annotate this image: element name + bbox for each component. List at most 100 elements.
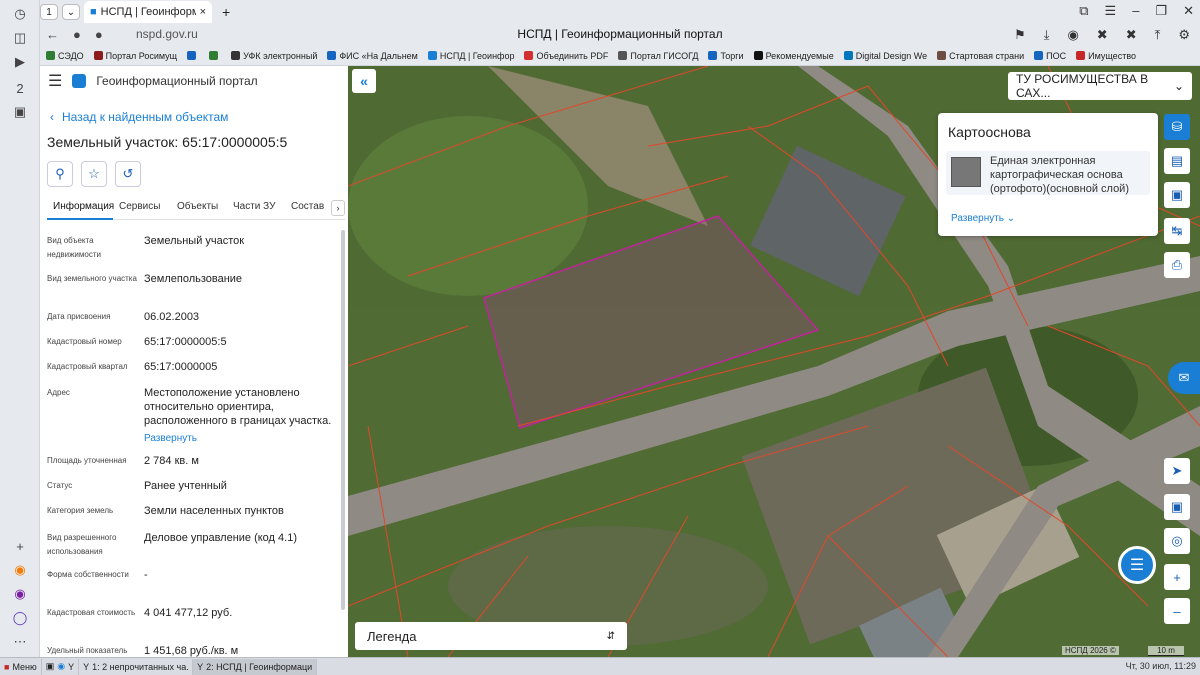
hamburger-icon[interactable]: ☰ bbox=[48, 71, 62, 91]
taskbar-item-browser[interactable]: Y 2: НСПД | Геоинформаци... bbox=[193, 658, 318, 675]
object-actions: ⚲ ☆ ↺ bbox=[47, 161, 141, 187]
minimize-icon[interactable]: – bbox=[1132, 3, 1139, 19]
geo-search-button[interactable]: ◎ bbox=[1164, 528, 1190, 554]
chevron-right-icon[interactable]: › bbox=[331, 200, 345, 216]
files-icon[interactable]: ▣ bbox=[46, 661, 55, 672]
legend-dropdown[interactable]: Легенда ⇵ bbox=[355, 622, 627, 650]
attribute-label: Форма собственности bbox=[47, 570, 129, 579]
bookmark-item[interactable]: ПОС bbox=[1034, 51, 1066, 61]
print-icon: ⎙ bbox=[1171, 257, 1183, 272]
play-icon[interactable]: ▶ bbox=[10, 52, 30, 72]
menu-icon[interactable]: ☰ bbox=[1105, 3, 1117, 19]
yandex-icon[interactable]: Y bbox=[68, 662, 74, 672]
download-icon[interactable]: ⤓ bbox=[1044, 27, 1050, 43]
bookmark-item[interactable]: СЭДО bbox=[46, 51, 84, 61]
feedback-button[interactable]: ✉ bbox=[1168, 362, 1200, 394]
start-menu-button[interactable]: ■ Меню bbox=[0, 658, 42, 675]
bookmark-item[interactable]: НСПД | Геоинфор bbox=[427, 50, 515, 61]
extension-x-icon[interactable]: ✖ bbox=[1097, 27, 1108, 43]
basemap-expand-link[interactable]: Развернуть ⌄ bbox=[951, 213, 1015, 224]
bookmark-item[interactable]: Имущество bbox=[1076, 51, 1136, 61]
tabs-overview-icon[interactable]: ⧉ bbox=[1079, 3, 1088, 19]
print-button[interactable]: ⎙ bbox=[1164, 252, 1190, 278]
bookmark-item[interactable]: ФИС «На Дальнем bbox=[327, 51, 418, 61]
panel-2-icon[interactable]: 2 bbox=[10, 78, 30, 98]
more-icon[interactable]: ⋯ bbox=[10, 632, 30, 652]
chevron-down-icon[interactable]: ⌄ bbox=[62, 4, 80, 20]
portal-logo bbox=[72, 74, 87, 88]
bookmark-favicon-icon bbox=[231, 51, 241, 60]
tab-information[interactable]: Информация bbox=[47, 196, 114, 220]
yandex-app-icon: Y bbox=[197, 661, 204, 672]
basemap-expand-label: Развернуть bbox=[951, 213, 1005, 224]
back-link[interactable]: ‹ Назад к найденным объектам bbox=[50, 110, 228, 124]
messenger-icon[interactable]: ◉ bbox=[10, 584, 30, 604]
bookmark-item[interactable] bbox=[209, 51, 221, 60]
bookmark-favicon-icon bbox=[1076, 51, 1086, 60]
bookmark-favicon-icon bbox=[93, 51, 103, 60]
measure-button[interactable]: ▤ bbox=[1164, 148, 1190, 174]
browser-icon[interactable]: ◉ bbox=[57, 661, 65, 672]
tab-services[interactable]: Сервисы bbox=[113, 196, 171, 220]
profile-icon[interactable]: ◉ bbox=[1067, 27, 1078, 43]
select-area-button[interactable]: ▣ bbox=[1164, 182, 1190, 208]
zoom-out-button[interactable]: – bbox=[1164, 598, 1190, 624]
browser-tab[interactable]: ■ НСПД | Геоинформационн × bbox=[84, 1, 212, 23]
bookmark-favicon-icon bbox=[46, 51, 55, 60]
tab-count[interactable]: 1 bbox=[40, 4, 58, 20]
my-location-button[interactable]: ➤ bbox=[1164, 458, 1190, 484]
history-button[interactable]: ↺ bbox=[115, 161, 141, 187]
screen-icon[interactable]: ▣ bbox=[10, 102, 30, 122]
attribute-value: Земли населенных пунктов bbox=[144, 505, 284, 517]
attribute-value: Деловое управление (код 4.1) bbox=[144, 532, 297, 544]
bookmark-item[interactable]: Стартовая страни bbox=[937, 51, 1024, 61]
attribute-value: 65:17:0000005 bbox=[144, 361, 218, 373]
bookmark-item[interactable]: Digital Design We bbox=[843, 51, 927, 61]
bookmark-item[interactable]: Портал ГИСОГД bbox=[618, 51, 698, 61]
quick-launch: ▣ ◉ Y bbox=[42, 658, 80, 675]
tab-objects[interactable]: Объекты bbox=[171, 196, 227, 220]
bookmark-item[interactable]: Рекомендуемые bbox=[753, 51, 834, 61]
settings-icon[interactable]: ⚙ bbox=[1178, 27, 1190, 43]
mail-icon[interactable]: ◉ bbox=[10, 560, 30, 580]
taskbar-item-messenger[interactable]: Y 1: 2 непрочитанных ча... bbox=[79, 658, 194, 675]
bookmark-item[interactable]: Портал Росимущ bbox=[93, 51, 177, 61]
layers-button[interactable]: ⛁ bbox=[1164, 114, 1190, 140]
share-button[interactable]: ↹ bbox=[1164, 218, 1190, 244]
bookmark-item[interactable] bbox=[187, 51, 199, 60]
bookmark-item[interactable]: УФК электронный bbox=[231, 51, 317, 61]
bookmark-label: ПОС bbox=[1046, 50, 1067, 61]
zoom-in-button[interactable]: + bbox=[1164, 564, 1190, 590]
layers-icon: ⛁ bbox=[1171, 119, 1183, 134]
locate-button[interactable]: ⚲ bbox=[47, 161, 73, 187]
address-expand-link[interactable]: Развернуть bbox=[144, 432, 334, 446]
add-icon[interactable]: + bbox=[10, 536, 30, 556]
new-tab-icon[interactable]: + bbox=[216, 4, 236, 20]
bookmark-favicon-icon bbox=[187, 51, 197, 60]
bookmark-label: НСПД | Геоинфор bbox=[439, 50, 515, 61]
share-icon[interactable]: ⤒ bbox=[1155, 27, 1161, 43]
tab-parts[interactable]: Части ЗУ bbox=[227, 196, 285, 220]
bookmarks-bar: СЭДО Портал Росимущ УФК электронный ФИС «На… bbox=[40, 46, 1200, 66]
attribute-label: Кадастровый номер bbox=[47, 337, 122, 346]
collections-icon[interactable]: ◫ bbox=[10, 28, 30, 48]
basemap-layer-item[interactable]: Единая электронная картографическая осно… bbox=[946, 151, 1150, 195]
minimap-button[interactable]: ▣ bbox=[1164, 494, 1190, 520]
maximize-icon[interactable]: ❐ bbox=[1155, 3, 1167, 19]
history-icon[interactable]: ◷ bbox=[10, 4, 30, 24]
close-window-icon[interactable]: ✕ bbox=[1183, 3, 1194, 19]
bookmark-flag-icon[interactable]: ⚑ bbox=[1014, 27, 1026, 43]
chat-button[interactable]: ☰ bbox=[1118, 546, 1156, 584]
bookmark-favicon-icon bbox=[209, 51, 219, 60]
bookmark-item[interactable]: Торги bbox=[708, 51, 744, 61]
collapse-panel-button[interactable]: « bbox=[352, 69, 376, 93]
close-icon[interactable]: × bbox=[200, 6, 206, 18]
assistant-icon[interactable]: ◯ bbox=[10, 608, 30, 628]
bookmark-favicon-icon bbox=[327, 51, 337, 60]
favorite-star-icon[interactable]: ☆ bbox=[81, 161, 107, 187]
tab-composition[interactable]: Состав bbox=[285, 196, 331, 220]
region-select[interactable]: ТУ РОСИМУЩЕСТВА В САХ... ⌄ bbox=[1008, 72, 1192, 100]
extension-x2-icon[interactable]: ✖ bbox=[1126, 27, 1137, 43]
bookmark-item[interactable]: Объединить PDF bbox=[524, 51, 608, 61]
panel-scrollbar[interactable] bbox=[341, 230, 345, 610]
